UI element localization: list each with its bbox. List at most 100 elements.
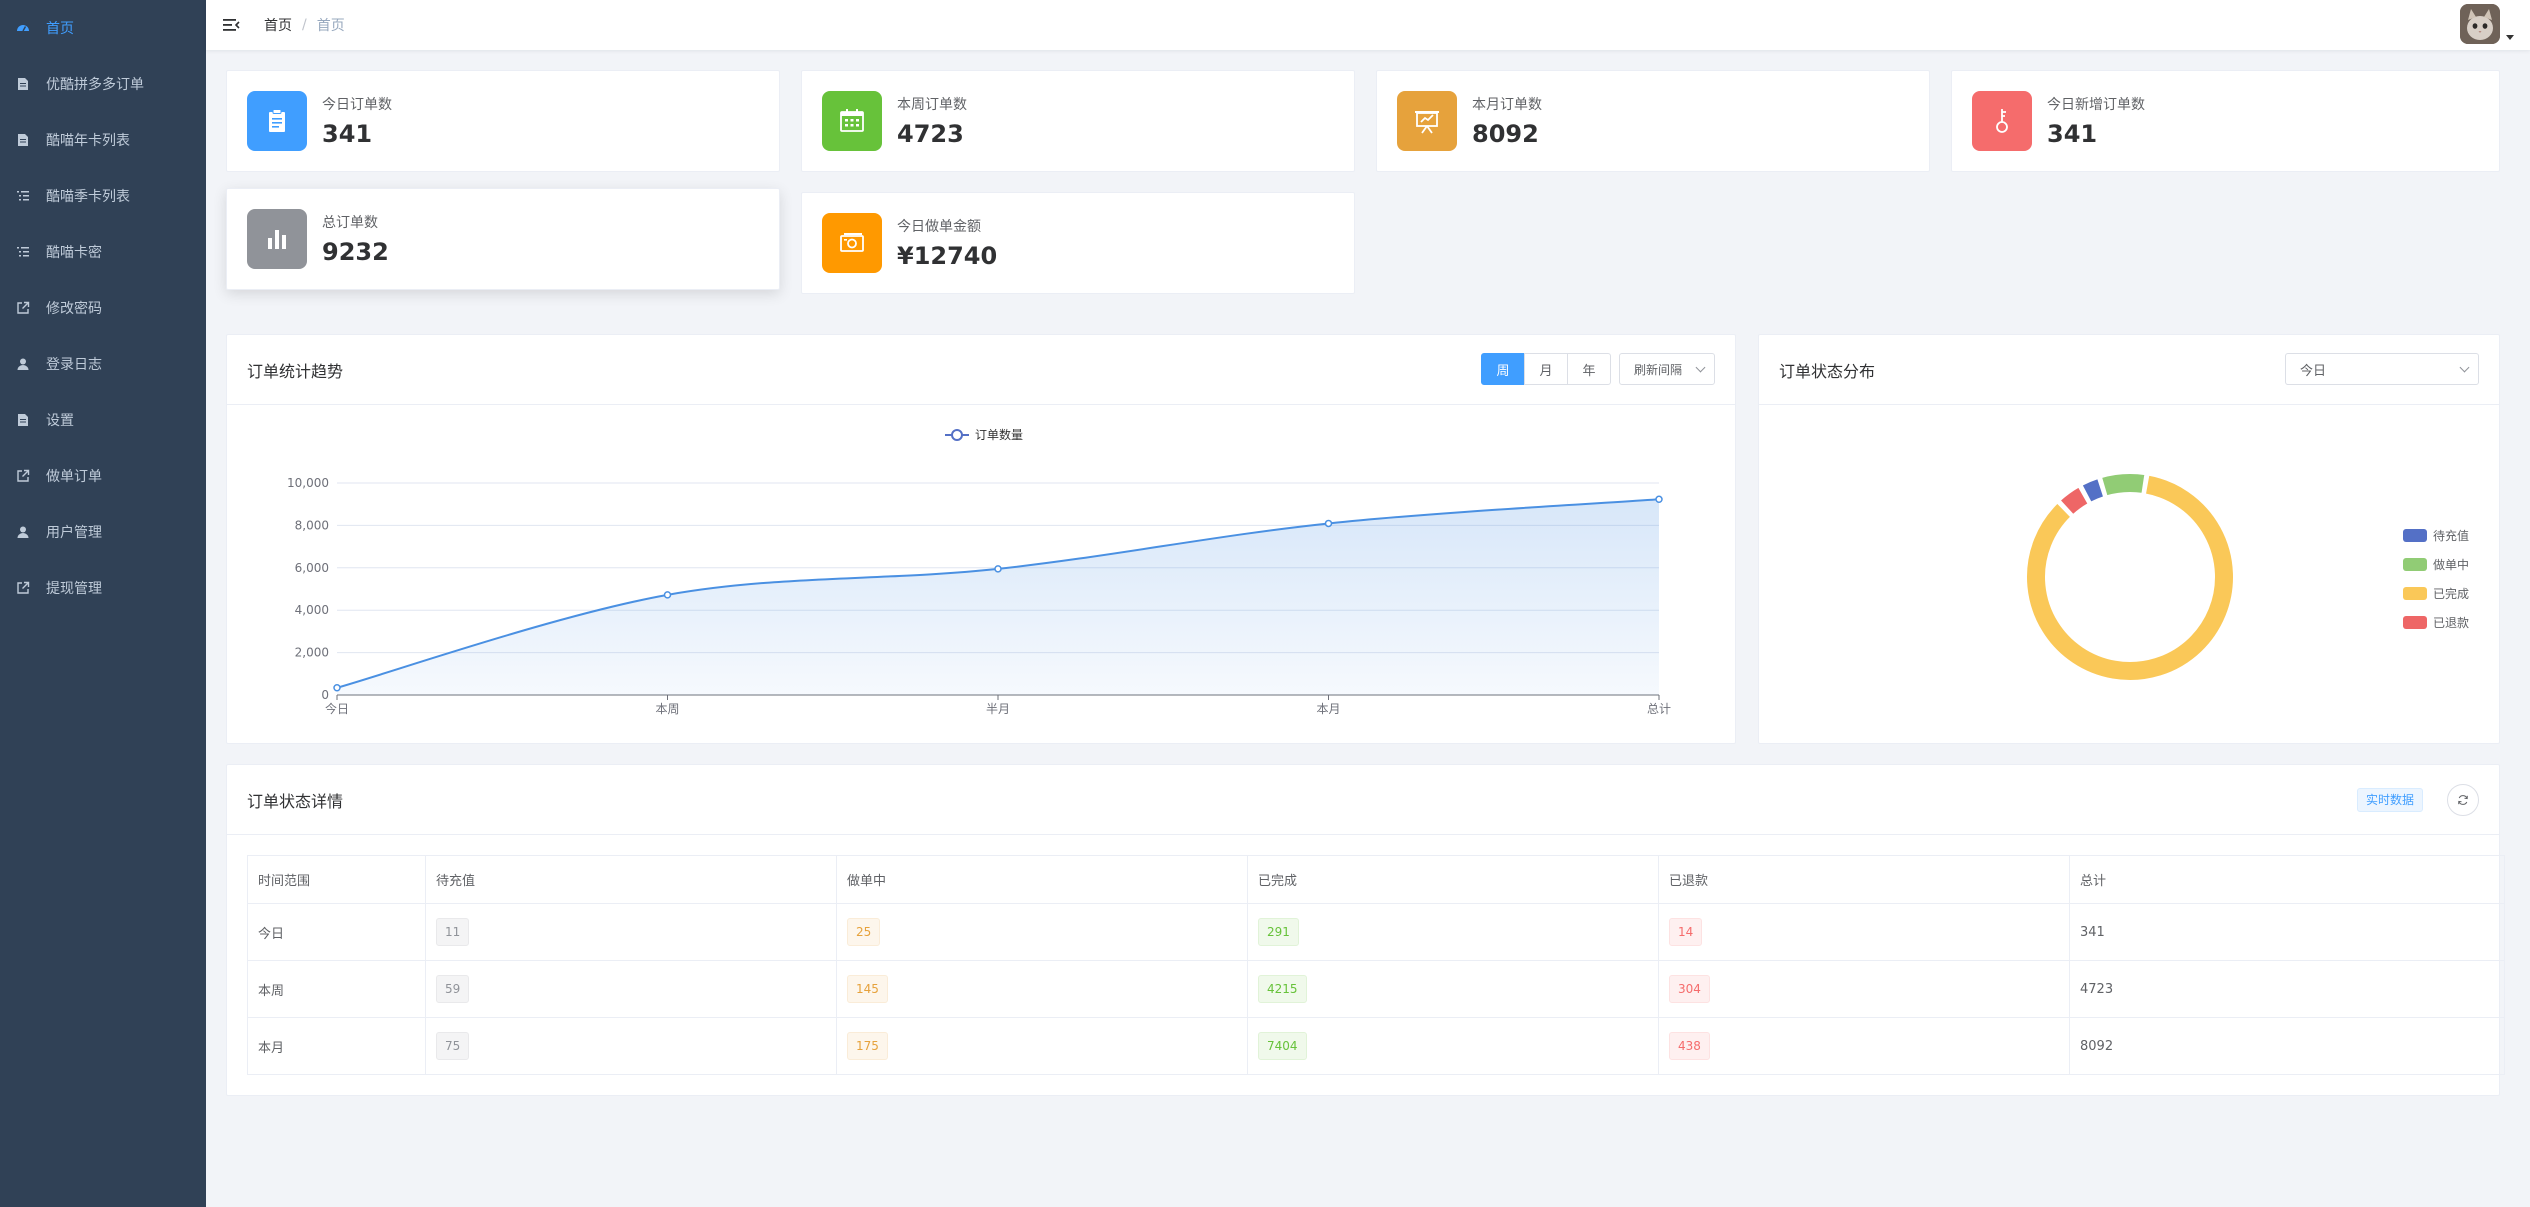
stat-label: 本周订单数 (897, 97, 967, 113)
chevron-down-icon (2459, 362, 2470, 373)
data-point (1655, 495, 1663, 504)
trend-panel-header: 订单统计趋势 周 月 年 刷新间隔 (227, 335, 1735, 405)
done-cell: 7404 (1247, 1017, 1659, 1075)
hamburger-icon[interactable] (222, 15, 242, 35)
period-month-button[interactable]: 月 (1524, 353, 1568, 385)
refunded-tag: 14 (1669, 918, 1703, 946)
period-year-button[interactable]: 年 (1567, 353, 1611, 385)
pending-tag: 75 (436, 1032, 470, 1060)
refresh-button[interactable] (2447, 784, 2479, 816)
done-tag: 4215 (1258, 975, 1307, 1003)
legend-label: 订单数量 (975, 427, 1023, 442)
sidebar-item-label: 用户管理 (46, 525, 102, 541)
table-row: 本周 59 145 4215 304 4723 (247, 960, 2505, 1018)
legend-item[interactable]: 已完成 (2403, 585, 2469, 602)
legend-swatch (2403, 587, 2427, 600)
sidebar-item[interactable]: 酷喵季卡列表 (0, 168, 206, 224)
y-tick-label: 0 (321, 688, 329, 702)
sidebar-item[interactable]: 酷喵卡密 (0, 224, 206, 280)
sidebar-item-label: 优酷拼多多订单 (46, 77, 144, 93)
refunded-cell: 438 (1658, 1017, 2070, 1075)
refresh-icon (2458, 795, 2468, 805)
stat-card: 总订单数 9232 (226, 188, 780, 290)
sidebar-item[interactable]: 设置 (0, 392, 206, 448)
sidebar-item[interactable]: 做单订单 (0, 448, 206, 504)
range-select-value: 今日 (2300, 363, 2327, 379)
column-header: 时间范围 (247, 855, 426, 904)
avatar[interactable] (2460, 4, 2500, 44)
external-link-icon (16, 469, 30, 483)
done-cell: 4215 (1247, 960, 1659, 1018)
document-icon (16, 133, 30, 147)
doing-cell: 175 (836, 1017, 1248, 1075)
top-navbar: 首页 / 首页 (206, 0, 2530, 50)
legend-swatch (2403, 529, 2427, 542)
legend-swatch (2403, 558, 2427, 571)
x-tick-label: 半月 (986, 702, 1010, 716)
user-menu[interactable] (2460, 4, 2514, 44)
y-tick-label: 8,000 (295, 518, 329, 532)
legend-item[interactable]: 做单中 (2403, 556, 2469, 573)
bar-chart-icon (247, 209, 307, 269)
legend-item[interactable]: 已退款 (2403, 614, 2469, 631)
order-status-table: 时间范围 待充值 做单中 已完成 已退款 总计 今日 11 25 291 14 341 本周… (247, 855, 2505, 1075)
sidebar-item[interactable]: 首页 (0, 0, 206, 56)
sidebar-item-label: 酷喵季卡列表 (46, 189, 130, 205)
refunded-tag: 304 (1669, 975, 1710, 1003)
user-icon (16, 525, 30, 539)
trend-chart: 0 2,000 4,000 6,000 8,000 10,000 今日 本周 半月 本月 总计 订单数… (287, 427, 1671, 716)
sidebar-item[interactable]: 提现管理 (0, 560, 206, 616)
details-panel: 订单状态详情 实时数据 时间范围 待充值 做单中 已完成 已退款 总计 今日 11… (226, 764, 2505, 1096)
range-select[interactable]: 今日 (2285, 353, 2479, 385)
sidebar-item[interactable]: 优酷拼多多订单 (0, 56, 206, 112)
period-switch: 周 月 年 (1481, 353, 1611, 385)
distribution-donut-chart (2025, 472, 2235, 682)
legend-item[interactable]: 待充值 (2403, 527, 2469, 544)
stat-value: 341 (322, 120, 373, 148)
series-area (337, 499, 1659, 695)
column-header: 已退款 (1658, 855, 2070, 904)
legend-label: 已退款 (2433, 616, 2470, 630)
refunded-cell: 14 (1658, 903, 2070, 961)
chevron-down-icon (1695, 362, 1706, 373)
range-cell: 本周 (247, 960, 426, 1018)
pending-tag: 59 (436, 975, 470, 1003)
distribution-panel-title: 订单状态分布 (1779, 361, 1876, 381)
range-cell: 今日 (247, 903, 426, 961)
done-tag: 7404 (1258, 1032, 1307, 1060)
sidebar-item-label: 做单订单 (46, 469, 102, 485)
external-link-icon (16, 301, 30, 315)
done-cell: 291 (1247, 903, 1659, 961)
stat-label: 总订单数 (322, 215, 378, 231)
table-row: 本月 75 175 7404 438 8092 (247, 1017, 2505, 1075)
sidebar-item-label: 酷喵卡密 (46, 245, 102, 261)
breadcrumb-home-link[interactable]: 首页 (264, 15, 292, 35)
donut-slice (2025, 473, 2235, 682)
period-week-button[interactable]: 周 (1481, 353, 1525, 385)
sidebar-item[interactable]: 酷喵年卡列表 (0, 112, 206, 168)
stat-value: 9232 (322, 238, 389, 266)
sidebar: 首页优酷拼多多订单酷喵年卡列表酷喵季卡列表 酷喵卡密修改密码 登录日志 设置做单订单用… (0, 0, 206, 1207)
y-tick-label: 6,000 (295, 561, 329, 575)
sidebar-item-label: 首页 (46, 21, 74, 37)
user-icon (16, 357, 30, 371)
doing-cell: 25 (836, 903, 1248, 961)
sidebar-item[interactable]: 登录日志 (0, 336, 206, 392)
pending-cell: 75 (425, 1017, 837, 1075)
donut-slice (2100, 472, 2147, 498)
column-header: 做单中 (836, 855, 1248, 904)
details-panel-title: 订单状态详情 (247, 791, 344, 811)
stat-card: 本月订单数 8092 (1376, 70, 1930, 172)
stat-card: 今日新增订单数 341 (1951, 70, 2500, 172)
distribution-legend: 待充值做单中已完成已退款 (2403, 527, 2469, 643)
refresh-interval-dropdown[interactable]: 刷新间隔 (1619, 353, 1715, 385)
legend-label: 已完成 (2433, 587, 2470, 601)
sidebar-item[interactable]: 用户管理 (0, 504, 206, 560)
total-cell: 4723 (2069, 960, 2505, 1018)
legend-swatch (2403, 616, 2427, 629)
y-tick-label: 10,000 (287, 476, 329, 490)
sidebar-item[interactable]: 修改密码 (0, 280, 206, 336)
x-tick-label: 本周 (655, 702, 679, 716)
breadcrumb-current: 首页 (316, 18, 345, 34)
money-icon (822, 213, 882, 273)
